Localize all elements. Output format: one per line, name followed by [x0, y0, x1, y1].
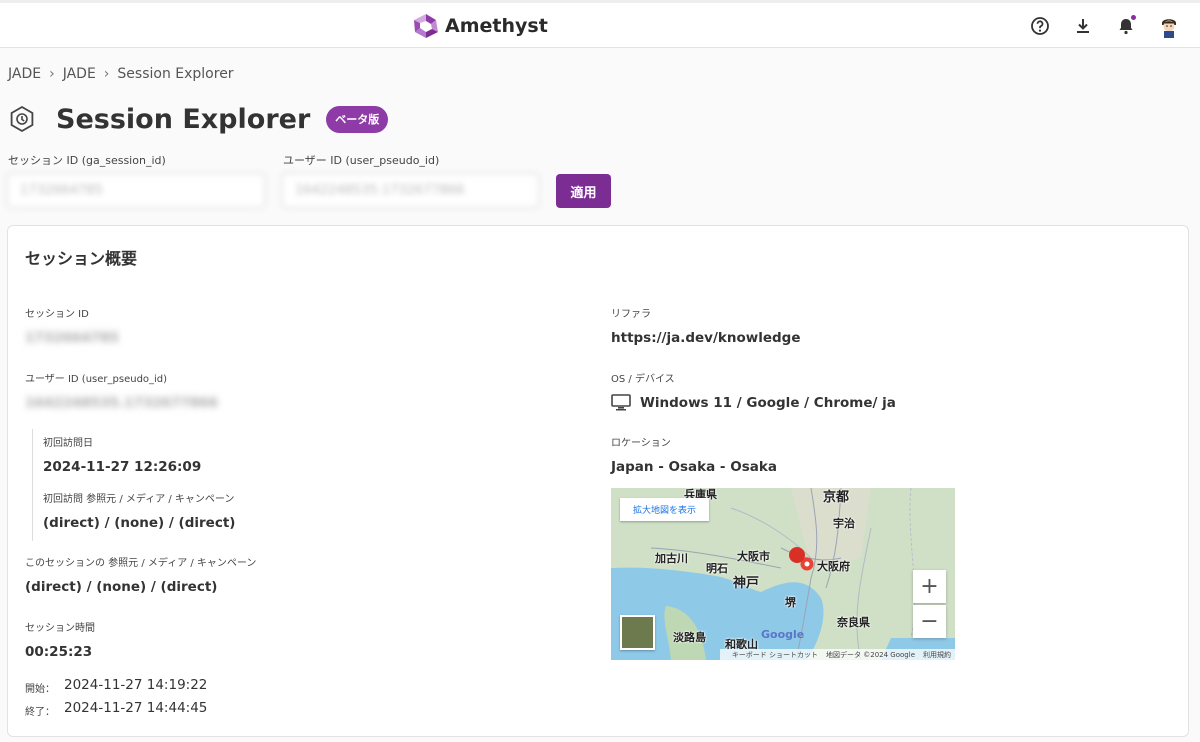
user-id-label: ユーザー ID (user_pseudo_id) [25, 374, 168, 385]
breadcrumb: JADE › JADE › Session Explorer [8, 66, 234, 82]
start-label: 開始： [25, 684, 55, 695]
session-explorer-icon [10, 105, 34, 133]
first-source-value: (direct) / (none) / (direct) [43, 515, 236, 531]
os-value: Windows 11 / Google / Chrome/ ja [640, 395, 896, 411]
zoom-out-button[interactable]: − [913, 605, 946, 638]
start-value: 2024-11-27 14:19:22 [64, 677, 208, 693]
session-id-value: 1732664785 [25, 330, 119, 346]
end-label: 終了： [25, 707, 55, 718]
chevron-right-icon: › [49, 66, 55, 82]
map-place-label: 京都 [823, 490, 850, 505]
keyboard-shortcuts-link[interactable]: キーボード ショートカット [732, 650, 818, 660]
location-map[interactable]: 兵庫県 京都 宇治 姫路 加古川 明石 神戸 大阪市 大阪府 堺 淡路島 和歌山… [611, 488, 955, 660]
map-place-label: 堺 [785, 596, 796, 609]
top-bar: Amethyst [0, 0, 1200, 48]
duration-value: 00:25:23 [25, 644, 93, 660]
session-source-label: このセッションの 参照元 / メディア / キャンペーン [25, 558, 257, 569]
app-name: Amethyst [445, 15, 548, 37]
apply-button[interactable]: 適用 [556, 174, 611, 208]
user-id-input[interactable] [282, 173, 539, 208]
session-source-value: (direct) / (none) / (direct) [25, 579, 218, 595]
map-place-label: 神戸 [733, 576, 760, 591]
user-id-label: ユーザー ID (user_pseudo_id) [283, 154, 440, 167]
download-icon[interactable] [1070, 13, 1096, 39]
help-icon[interactable] [1027, 13, 1053, 39]
bell-icon[interactable] [1113, 13, 1139, 39]
map-data-credit: 地図データ ©2024 Google [826, 650, 915, 659]
brand[interactable]: Amethyst [412, 12, 548, 40]
breadcrumb-current: Session Explorer [117, 66, 234, 82]
amethyst-logo-icon [414, 14, 438, 38]
first-visit-value: 2024-11-27 12:26:09 [43, 459, 202, 475]
map-place-label: 奈良県 [837, 616, 870, 629]
session-id-input[interactable] [7, 173, 265, 208]
google-logo: Google [761, 628, 805, 641]
referrer-label: リファラ [611, 309, 651, 320]
map-place-label: 加古川 [655, 552, 688, 565]
first-source-label: 初回訪問 参照元 / メディア / キャンペーン [43, 494, 235, 505]
terms-link[interactable]: 利用規約 [923, 650, 951, 660]
duration-label: セッション時間 [25, 623, 95, 634]
referrer-value: https://ja.dev/knowledge [611, 330, 801, 346]
map-place-label: 淡路島 [673, 631, 706, 644]
satellite-toggle[interactable] [620, 615, 655, 650]
map-footer: キーボード ショートカット 地図データ ©2024 Google 利用規約 [719, 649, 955, 660]
monitor-icon [611, 394, 631, 411]
os-label: OS / デバイス [611, 374, 675, 385]
page-header: Session Explorer ベータ版 [8, 100, 389, 138]
map-place-label: 大阪市 [737, 550, 770, 563]
breadcrumb-item[interactable]: JADE [8, 66, 41, 82]
map-place-label: 宇治 [833, 517, 855, 530]
zoom-in-button[interactable]: + [913, 570, 946, 603]
card-title: セッション概要 [25, 249, 138, 268]
location-label: ロケーション [611, 438, 671, 449]
chevron-right-icon: › [103, 66, 110, 82]
divider [32, 429, 33, 541]
session-summary-card: セッション概要 セッション ID 1732664785 ユーザー ID (use… [7, 225, 1189, 737]
notification-dot [1131, 15, 1136, 20]
session-id-label: セッション ID (ga_session_id) [8, 154, 166, 167]
user-id-value: 1642248535.1732677866 [25, 395, 218, 411]
breadcrumb-item[interactable]: JADE [63, 66, 96, 82]
end-value: 2024-11-27 14:44:45 [64, 700, 208, 716]
map-place-label: 明石 [706, 562, 728, 575]
expand-map-link[interactable]: 拡大地図を表示 [620, 498, 710, 521]
map-place-label: 大阪府 [817, 560, 850, 573]
avatar[interactable] [1156, 13, 1182, 39]
first-visit-label: 初回訪問日 [43, 438, 93, 449]
session-id-label: セッション ID [25, 309, 89, 320]
page-title: Session Explorer [56, 103, 311, 135]
location-value: Japan - Osaka - Osaka [611, 459, 777, 475]
beta-badge: ベータ版 [326, 105, 389, 133]
